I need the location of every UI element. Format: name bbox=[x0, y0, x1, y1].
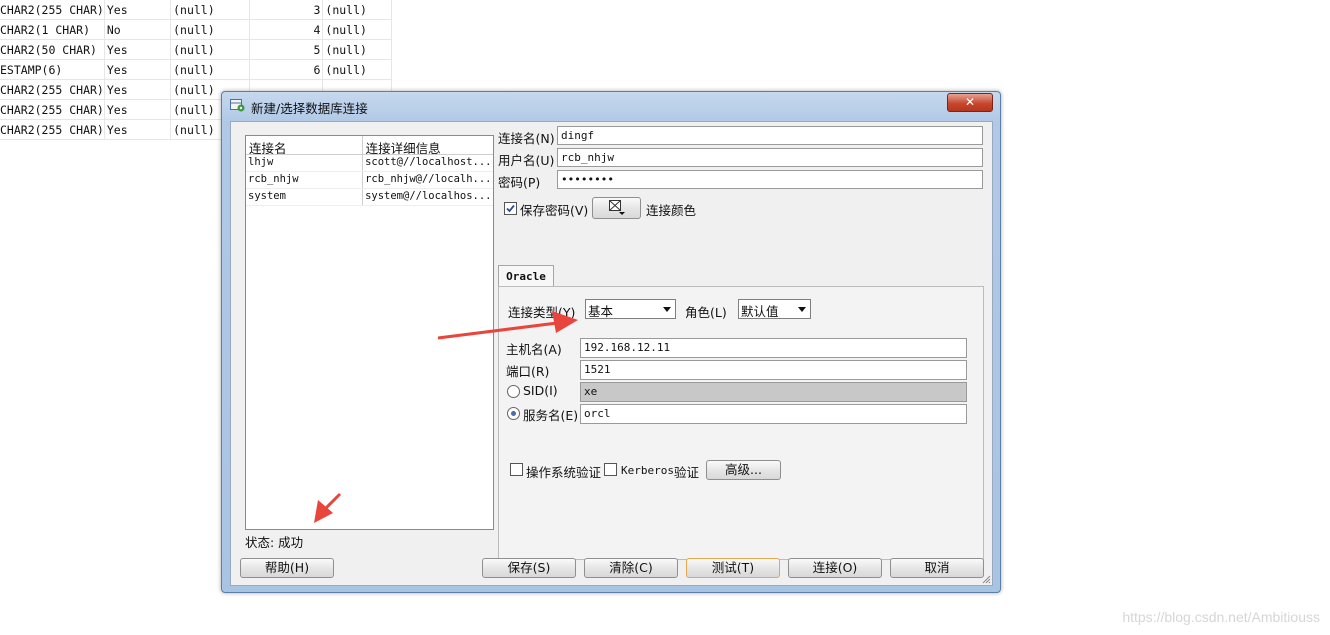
table-cell[interactable]: CHAR2(1 CHAR) bbox=[0, 19, 105, 40]
service-name-radio[interactable] bbox=[507, 407, 520, 420]
advanced-button[interactable]: 高级... bbox=[706, 460, 781, 480]
role-value: 默认值 bbox=[741, 304, 779, 319]
table-cell[interactable]: Yes bbox=[104, 119, 172, 140]
conn-type-select[interactable]: 基本 bbox=[585, 299, 676, 319]
table-cell[interactable]: CHAR2(255 CHAR) bbox=[0, 79, 105, 100]
table-cell[interactable]: Yes bbox=[104, 39, 172, 60]
password-label: 密码(P) bbox=[498, 175, 541, 190]
service-name-label: 服务名(E) bbox=[523, 408, 579, 423]
status-text: 状态: 成功 bbox=[245, 535, 304, 550]
kerberos-label: Kerberos bbox=[621, 464, 674, 477]
table-cell[interactable]: Yes bbox=[104, 0, 172, 20]
table-cell[interactable]: ESTAMP(6) bbox=[0, 59, 105, 80]
username-label: 用户名(U) bbox=[498, 153, 555, 168]
table-cell[interactable]: 6 bbox=[249, 59, 324, 80]
role-label: 角色(L) bbox=[685, 305, 727, 320]
conn-color-button[interactable] bbox=[592, 197, 641, 219]
table-cell[interactable]: (null) bbox=[322, 59, 392, 80]
connection-list-header: 连接名 连接详细信息 bbox=[246, 136, 493, 155]
cancel-button[interactable]: 取消 bbox=[890, 558, 984, 578]
connection-name: system bbox=[246, 189, 364, 205]
connection-details: scott@//localhost... bbox=[365, 156, 492, 168]
close-x-icon: ✕ bbox=[964, 95, 976, 109]
table-cell[interactable]: (null) bbox=[322, 19, 392, 40]
table-cell[interactable]: Yes bbox=[104, 79, 172, 100]
connection-name: lhjw bbox=[246, 155, 364, 171]
sid-input: xe bbox=[580, 382, 967, 402]
password-input[interactable]: •••••••• bbox=[557, 170, 983, 189]
connection-details: system@//localhos... bbox=[365, 190, 492, 202]
table-cell[interactable]: 5 bbox=[249, 39, 324, 60]
role-select[interactable]: 默认值 bbox=[738, 299, 811, 319]
connection-name: rcb_nhjw bbox=[246, 172, 364, 188]
connection-list[interactable]: 连接名 连接详细信息 lhjw scott@//localhost... rcb_n… bbox=[245, 135, 494, 530]
dialog-body: 连接名 连接详细信息 lhjw scott@//localhost... rcb_n… bbox=[230, 121, 993, 586]
table-row[interactable]: CHAR2(255 CHAR) Yes (null) 3 (null) bbox=[0, 0, 392, 20]
save-password-checkbox[interactable] bbox=[504, 202, 517, 215]
os-auth-checkbox[interactable] bbox=[510, 463, 523, 476]
table-cell[interactable]: Yes bbox=[104, 99, 172, 120]
save-button[interactable]: 保存(S) bbox=[482, 558, 576, 578]
table-cell[interactable]: Yes bbox=[104, 59, 172, 80]
conn-type-value: 基本 bbox=[588, 304, 614, 319]
table-row[interactable]: ESTAMP(6) Yes (null) 6 (null) bbox=[0, 59, 392, 80]
table-cell[interactable]: CHAR2(255 CHAR) bbox=[0, 119, 105, 140]
table-row[interactable]: CHAR2(1 CHAR) No (null) 4 (null) bbox=[0, 19, 392, 40]
close-button[interactable]: ✕ bbox=[947, 93, 993, 112]
list-item[interactable]: lhjw scott@//localhost... bbox=[246, 155, 493, 172]
table-cell[interactable]: (null) bbox=[170, 0, 250, 20]
username-input[interactable]: rcb_nhjw bbox=[557, 148, 983, 167]
conn-name-label: 连接名(N) bbox=[498, 131, 555, 146]
list-item[interactable]: rcb_nhjw rcb_nhjw@//localh... bbox=[246, 172, 493, 189]
sid-radio[interactable] bbox=[507, 385, 520, 398]
check-icon bbox=[506, 204, 515, 213]
table-cell[interactable]: 3 bbox=[249, 0, 324, 20]
os-auth-label: 操作系统验证 bbox=[526, 465, 602, 480]
database-connection-icon bbox=[230, 99, 245, 112]
table-cell[interactable]: (null) bbox=[322, 0, 392, 20]
save-password-label: 保存密码(V) bbox=[520, 203, 589, 218]
table-cell[interactable]: No bbox=[104, 19, 172, 40]
table-cell[interactable]: CHAR2(50 CHAR) bbox=[0, 39, 105, 60]
kerberos-checkbox[interactable] bbox=[604, 463, 617, 476]
new-connection-dialog: 新建/选择数据库连接 ✕ 连接名 连接详细信息 lhjw scott@//loca… bbox=[221, 91, 1001, 593]
dialog-title: 新建/选择数据库连接 bbox=[251, 101, 368, 116]
dialog-titlebar[interactable]: 新建/选择数据库连接 ✕ bbox=[222, 92, 1000, 120]
column-header-name[interactable]: 连接名 bbox=[246, 136, 363, 154]
table-cell[interactable]: (null) bbox=[170, 19, 250, 40]
conn-name-input[interactable]: dingf bbox=[557, 126, 983, 145]
chevron-down-icon bbox=[798, 307, 806, 312]
table-cell[interactable]: CHAR2(255 CHAR) bbox=[0, 0, 105, 20]
color-swatch-icon bbox=[608, 200, 625, 215]
connect-button[interactable]: 连接(O) bbox=[788, 558, 882, 578]
port-input[interactable]: 1521 bbox=[580, 360, 967, 380]
list-item[interactable]: system system@//localhos... bbox=[246, 189, 493, 206]
chevron-down-icon bbox=[663, 307, 671, 312]
help-button[interactable]: 帮助(H) bbox=[240, 558, 334, 578]
tab-oracle[interactable]: Oracle bbox=[498, 265, 554, 287]
clear-button[interactable]: 清除(C) bbox=[584, 558, 678, 578]
resize-grip-icon[interactable] bbox=[981, 574, 991, 584]
column-header-details[interactable]: 连接详细信息 bbox=[363, 136, 493, 154]
sid-label: SID(I) bbox=[523, 383, 558, 398]
host-input[interactable]: 192.168.12.11 bbox=[580, 338, 967, 358]
table-row[interactable]: CHAR2(50 CHAR) Yes (null) 5 (null) bbox=[0, 39, 392, 60]
conn-color-label: 连接颜色 bbox=[646, 203, 697, 218]
table-cell[interactable]: (null) bbox=[322, 39, 392, 60]
kerberos-suffix-label: 验证 bbox=[674, 465, 700, 480]
table-cell[interactable]: (null) bbox=[170, 59, 250, 80]
test-button[interactable]: 测试(T) bbox=[686, 558, 780, 578]
watermark: https://blog.csdn.net/Ambitiouss bbox=[1122, 609, 1320, 625]
table-cell[interactable]: CHAR2(255 CHAR) bbox=[0, 99, 105, 120]
service-name-input[interactable]: orcl bbox=[580, 404, 967, 424]
table-cell[interactable]: (null) bbox=[170, 39, 250, 60]
port-label: 端口(R) bbox=[506, 364, 550, 379]
table-cell[interactable]: 4 bbox=[249, 19, 324, 40]
connection-details: rcb_nhjw@//localh... bbox=[365, 173, 492, 185]
host-label: 主机名(A) bbox=[506, 342, 562, 357]
conn-type-label: 连接类型(Y) bbox=[508, 305, 576, 320]
